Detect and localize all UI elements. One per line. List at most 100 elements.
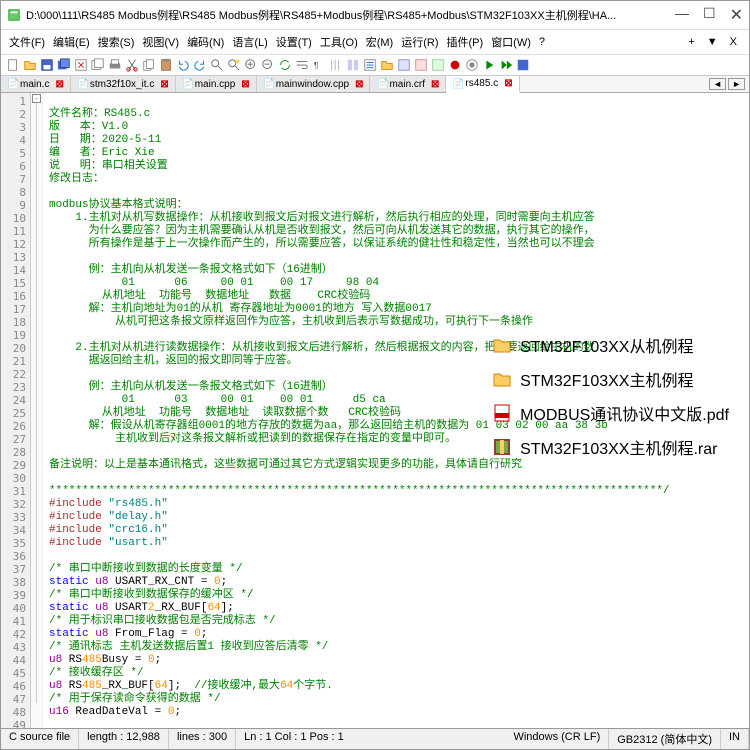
toolbar-x-button[interactable]: X <box>726 34 741 50</box>
tab-label: rs485.c <box>465 78 498 89</box>
file-icon: 📄 <box>7 79 17 89</box>
undo-icon[interactable] <box>175 57 191 73</box>
stop-record-icon[interactable] <box>464 57 480 73</box>
toolbar-dropdown-button[interactable]: ▼ <box>703 34 722 50</box>
menu-macro[interactable]: 宏(M) <box>362 32 398 52</box>
tab-main-crf[interactable]: 📄main.crf⊠ <box>370 76 446 92</box>
function-list-icon[interactable] <box>362 57 378 73</box>
rar-icon <box>492 437 512 457</box>
find-icon[interactable] <box>209 57 225 73</box>
folder-icon <box>492 369 512 389</box>
indent-guide-icon[interactable] <box>328 57 344 73</box>
close-button[interactable]: ✕ <box>730 5 743 25</box>
cut-icon[interactable] <box>124 57 140 73</box>
tab-close-icon[interactable]: ⊠ <box>160 79 168 90</box>
file-icon: 📄 <box>182 79 192 89</box>
toolbar-plus-button[interactable]: + <box>684 34 698 50</box>
open-file-icon[interactable] <box>22 57 38 73</box>
tab-next-button[interactable]: ► <box>728 78 745 90</box>
menu-settings[interactable]: 设置(T) <box>272 32 316 52</box>
status-position: Ln : 1 Col : 1 Pos : 1 <box>236 729 505 749</box>
overlay-label: STM32F103XX主机例程.rar <box>520 435 717 459</box>
redo-icon[interactable] <box>192 57 208 73</box>
tab-label: main.crf <box>389 79 425 90</box>
tab-bar: 📄main.c⊠ 📄stm32f10x_it.c⊠ 📄main.cpp⊠ 📄ma… <box>1 76 749 93</box>
editor: 1234567891011121314151617181920212223242… <box>1 93 749 728</box>
paste-icon[interactable] <box>158 57 174 73</box>
status-bar: C source file length : 12,988 lines : 30… <box>1 728 749 749</box>
status-insert: IN <box>721 729 749 749</box>
save-macro-icon[interactable] <box>515 57 531 73</box>
tab-rs485[interactable]: 📄rs485.c⊠ <box>446 76 519 93</box>
overlay-item[interactable]: MODBUS通讯协议中文版.pdf <box>492 401 729 425</box>
tab-close-icon[interactable]: ⊠ <box>431 79 439 90</box>
folder-view-icon[interactable] <box>379 57 395 73</box>
menubar: 文件(F) 编辑(E) 搜索(S) 视图(V) 编码(N) 语言(L) 设置(T… <box>1 30 749 55</box>
overlay-label: STM32F103XX从机例程 <box>520 333 693 357</box>
status-encoding: GB2312 (简体中文) <box>609 729 721 749</box>
menu-edit[interactable]: 编辑(E) <box>49 32 94 52</box>
menu-help[interactable]: ? <box>535 34 549 50</box>
folder-icon <box>492 335 512 355</box>
minimize-button[interactable]: — <box>675 5 689 25</box>
file-icon: 📄 <box>263 79 273 89</box>
window-title: D:\000\111\RS485 Modbus例程\RS485 Modbus例程… <box>26 7 675 23</box>
overlay-item[interactable]: STM32F103XX从机例程 <box>492 333 729 357</box>
toggle-1-icon[interactable] <box>396 57 412 73</box>
tab-close-icon[interactable]: ⊠ <box>504 78 512 89</box>
play-multi-icon[interactable] <box>498 57 514 73</box>
tab-label: main.c <box>20 79 49 90</box>
tab-label: main.cpp <box>195 79 236 90</box>
app-window: D:\000\111\RS485 Modbus例程\RS485 Modbus例程… <box>0 0 750 750</box>
fold-toggle[interactable]: - <box>32 94 41 103</box>
titlebar: D:\000\111\RS485 Modbus例程\RS485 Modbus例程… <box>1 1 749 30</box>
copy-icon[interactable] <box>141 57 157 73</box>
menu-view[interactable]: 视图(V) <box>138 32 183 52</box>
menu-file[interactable]: 文件(F) <box>5 32 49 52</box>
tab-label: mainwindow.cpp <box>276 79 349 90</box>
tab-close-icon[interactable]: ⊠ <box>355 79 363 90</box>
replace-icon[interactable] <box>226 57 242 73</box>
fold-line <box>36 103 37 703</box>
record-icon[interactable] <box>447 57 463 73</box>
menu-language[interactable]: 语言(L) <box>228 32 271 52</box>
menu-tools[interactable]: 工具(O) <box>316 32 362 52</box>
line-gutter: 1234567891011121314151617181920212223242… <box>1 93 31 728</box>
tab-prev-button[interactable]: ◄ <box>709 78 726 90</box>
close-file-icon[interactable] <box>73 57 89 73</box>
overlay-item[interactable]: STM32F103XX主机例程.rar <box>492 435 729 459</box>
save-all-icon[interactable] <box>56 57 72 73</box>
maximize-button[interactable]: ☐ <box>703 5 716 25</box>
zoom-in-icon[interactable] <box>243 57 259 73</box>
doc-map-icon[interactable] <box>345 57 361 73</box>
toggle-3-icon[interactable] <box>430 57 446 73</box>
status-length: length : 12,988 <box>79 729 169 749</box>
tab-close-icon[interactable]: ⊠ <box>55 79 63 90</box>
close-all-icon[interactable] <box>90 57 106 73</box>
tab-mainwindow[interactable]: 📄mainwindow.cpp ⊠ <box>257 76 371 92</box>
menu-window[interactable]: 窗口(W) <box>487 32 535 52</box>
tab-main-c[interactable]: 📄main.c ⊠ <box>1 76 71 92</box>
tab-close-icon[interactable]: ⊠ <box>241 79 249 90</box>
sync-icon[interactable] <box>277 57 293 73</box>
print-icon[interactable] <box>107 57 123 73</box>
play-icon[interactable] <box>481 57 497 73</box>
zoom-out-icon[interactable] <box>260 57 276 73</box>
menu-search[interactable]: 搜索(S) <box>94 32 139 52</box>
menu-encoding[interactable]: 编码(N) <box>183 32 228 52</box>
menu-run[interactable]: 运行(R) <box>397 32 442 52</box>
new-file-icon[interactable] <box>5 57 21 73</box>
wrap-icon[interactable] <box>294 57 310 73</box>
tab-stm32-it[interactable]: 📄stm32f10x_it.c⊠ <box>71 76 176 92</box>
overlay-item[interactable]: STM32F103XX主机例程 <box>492 367 729 391</box>
overlay-label: MODBUS通讯协议中文版.pdf <box>520 401 729 425</box>
tab-main-cpp[interactable]: 📄main.cpp ⊠ <box>176 76 257 92</box>
hidden-chars-icon[interactable]: ¶ <box>311 57 327 73</box>
status-lines: lines : 300 <box>169 729 236 749</box>
menu-plugins[interactable]: 插件(P) <box>443 32 488 52</box>
status-eol: Windows (CR LF) <box>505 729 609 749</box>
save-icon[interactable] <box>39 57 55 73</box>
toolbar: ¶ <box>1 55 749 76</box>
toggle-2-icon[interactable] <box>413 57 429 73</box>
tab-label: stm32f10x_it.c <box>90 79 154 90</box>
